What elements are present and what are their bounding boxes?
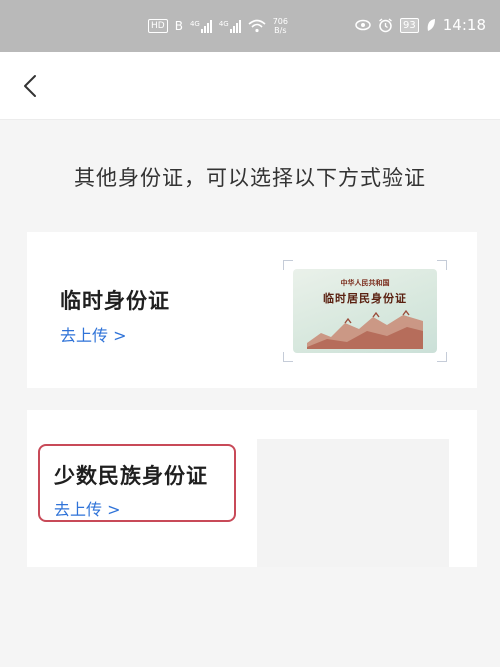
eye-icon (355, 19, 371, 31)
upload-link[interactable]: 去上传 > (54, 496, 121, 520)
status-bar: HD B 4G 4G 706 B/s 93 14:18 (0, 0, 500, 52)
net-speed-value: 706 (272, 17, 288, 26)
frame-corner (283, 260, 293, 270)
ethnic-minority-id-card-option[interactable]: 少数民族身份证 去上传 > (27, 410, 477, 567)
id-sample-frame: 中华人民共和国 临时居民身份证 (283, 260, 447, 362)
status-bar-left: HD B 4G 4G 706 B/s (148, 17, 288, 35)
frame-corner (283, 352, 293, 362)
back-chevron-icon[interactable] (18, 72, 46, 100)
card-title: 少数民族身份证 (54, 464, 208, 488)
signal-icon-2: 4G (218, 19, 241, 33)
battery-icon: 93 (400, 17, 419, 33)
id-sample-title: 临时居民身份证 (323, 292, 407, 305)
card-title: 临时身份证 (60, 289, 170, 313)
hd-badge: HD (148, 19, 168, 33)
temporary-id-card-option[interactable]: 临时身份证 去上传 > 中华人民共和国 临时居民身份证 (27, 232, 477, 388)
leaf-icon (427, 19, 435, 31)
network-type-2: 4G (218, 19, 229, 28)
alarm-icon (379, 17, 392, 32)
temporary-id-sample-image: 中华人民共和国 临时居民身份证 (293, 269, 437, 353)
net-speed-unit: B/s (274, 26, 287, 35)
great-wall-illustration (307, 309, 423, 349)
wifi-icon (248, 19, 266, 33)
frame-corner (437, 352, 447, 362)
clock: 14:18 (442, 16, 486, 34)
network-type-1: 4G (189, 19, 200, 28)
signal-icon: 4G (189, 19, 212, 33)
upload-link[interactable]: 去上传 > (60, 322, 127, 346)
id-sample-placeholder (257, 439, 449, 567)
sim-label: B (174, 19, 183, 33)
net-speed: 706 B/s (273, 17, 288, 35)
id-sample-country: 中华人民共和国 (340, 278, 390, 287)
status-bar-right: 93 14:18 (355, 16, 486, 34)
frame-corner (437, 260, 447, 270)
verification-prompt: 其他身份证，可以选择以下方式验证 (74, 166, 426, 190)
nav-bar (0, 52, 500, 120)
